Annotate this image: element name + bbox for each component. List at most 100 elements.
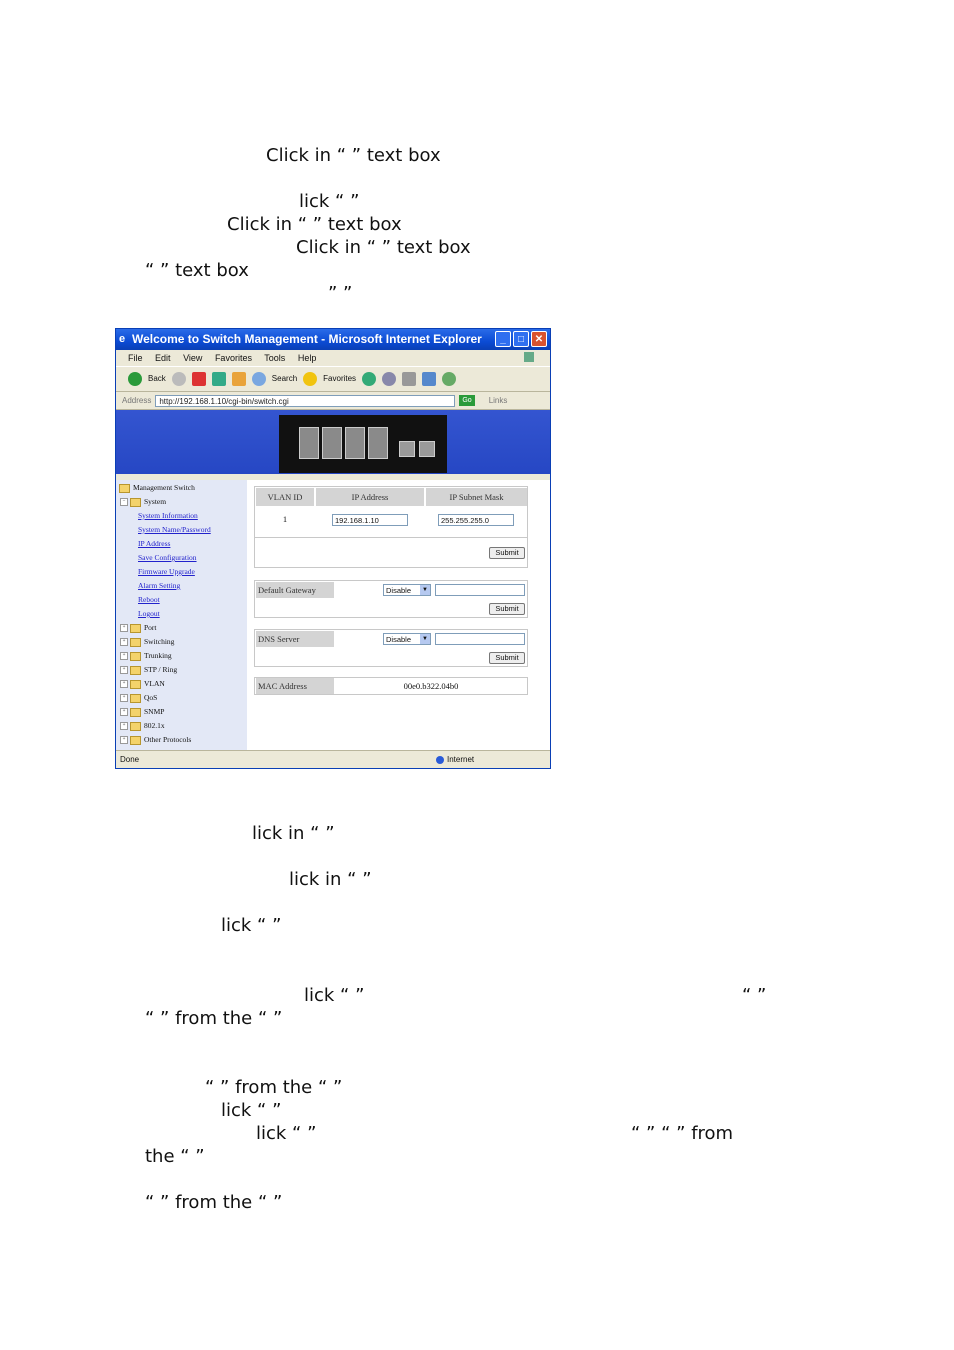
dns-input[interactable] xyxy=(435,633,525,645)
home-icon[interactable] xyxy=(231,372,246,386)
folder-icon xyxy=(130,665,141,675)
folder-icon xyxy=(130,707,141,717)
toolbar: Back Search Favorites xyxy=(116,366,550,392)
chevron-down-icon: ▼ xyxy=(420,634,430,644)
dns-submit-button[interactable]: Submit xyxy=(489,652,525,664)
search-icon[interactable] xyxy=(251,372,266,386)
gateway-select[interactable]: Disable ▼ xyxy=(383,584,431,596)
menu-bar: File Edit View Favorites Tools Help xyxy=(116,350,550,366)
close-button[interactable]: ✕ xyxy=(531,331,547,347)
fiber-port-icon xyxy=(419,441,435,457)
doc-line-10a: lick “ ” xyxy=(304,985,365,1006)
favorites-icon[interactable] xyxy=(303,372,318,386)
expand-icon[interactable]: + xyxy=(120,680,128,689)
nav-folder-trunking[interactable]: + Trunking xyxy=(120,649,172,663)
mail-icon[interactable] xyxy=(382,372,397,386)
nav-folder-qos[interactable]: + QoS xyxy=(120,691,157,705)
menu-tools[interactable]: Tools xyxy=(264,353,285,363)
nav-item-save-configuration[interactable]: Save Configuration xyxy=(138,551,197,565)
page-content: Management Switch − System System Informa… xyxy=(116,480,550,752)
gateway-submit-button[interactable]: Submit xyxy=(489,603,525,615)
refresh-icon[interactable] xyxy=(211,372,226,386)
minimize-button[interactable]: _ xyxy=(495,331,511,347)
doc-line-16: “ ” from the “ ” xyxy=(145,1192,283,1213)
ip-submit-button[interactable]: Submit xyxy=(489,547,525,559)
dns-select[interactable]: Disable ▼ xyxy=(383,633,431,645)
port-icon xyxy=(345,427,365,459)
nav-system[interactable]: − System xyxy=(120,495,166,509)
address-input[interactable]: http://192.168.1.10/cgi-bin/switch.cgi xyxy=(155,394,456,407)
collapse-icon[interactable]: − xyxy=(120,498,128,507)
expand-icon[interactable]: + xyxy=(120,708,128,717)
gateway-panel: Default Gateway Disable ▼ Submit xyxy=(254,580,528,618)
nav-item-ip-address[interactable]: IP Address xyxy=(138,537,170,551)
search-label[interactable]: Search xyxy=(272,367,297,391)
expand-icon[interactable]: + xyxy=(120,666,128,675)
switch-banner xyxy=(116,410,550,474)
menu-view[interactable]: View xyxy=(183,353,202,363)
doc-line-2: lick “ ” xyxy=(299,191,360,212)
expand-icon[interactable]: + xyxy=(120,694,128,703)
messenger-icon[interactable] xyxy=(442,372,457,386)
ie-icon: e xyxy=(119,333,126,345)
doc-line-14a: lick “ ” xyxy=(256,1123,317,1144)
mac-label: MAC Address xyxy=(256,678,334,694)
nav-item-reboot[interactable]: Reboot xyxy=(138,593,160,607)
folder-icon xyxy=(119,483,130,493)
menu-file[interactable]: File xyxy=(128,353,143,363)
header-ip-address: IP Address xyxy=(316,488,424,506)
ip-config-panel: VLAN ID IP Address IP Subnet Mask 1 192.… xyxy=(254,486,528,568)
nav-folder-port[interactable]: + Port xyxy=(120,621,157,635)
nav-folder-other-protocols[interactable]: + Other Protocols xyxy=(120,733,191,747)
nav-folder-snmp[interactable]: + SNMP xyxy=(120,705,164,719)
stop-icon[interactable] xyxy=(191,372,206,386)
nav-item-logout[interactable]: Logout xyxy=(138,607,160,621)
status-done: Done xyxy=(120,755,140,764)
nav-folder-switching[interactable]: + Switching xyxy=(120,635,174,649)
windows-logo-icon xyxy=(524,352,534,362)
gateway-input[interactable] xyxy=(435,584,525,596)
status-zone: Internet xyxy=(436,751,474,768)
status-bar: Done Internet xyxy=(116,750,550,768)
address-label: Address xyxy=(122,396,152,405)
maximize-button[interactable]: □ xyxy=(513,331,529,347)
folder-icon xyxy=(130,735,141,745)
edit-icon[interactable] xyxy=(422,372,437,386)
nav-item-firmware-upgrade[interactable]: Firmware Upgrade xyxy=(138,565,195,579)
subnet-mask-input[interactable]: 255.255.255.0 xyxy=(438,514,514,526)
expand-icon[interactable]: + xyxy=(120,722,128,731)
nav-folder-8021x[interactable]: +802.1x xyxy=(120,719,165,733)
gateway-label: Default Gateway xyxy=(256,582,334,598)
doc-line-1: Click in “ ” text box xyxy=(266,145,441,166)
back-icon[interactable] xyxy=(128,372,142,386)
dns-label: DNS Server xyxy=(256,631,334,647)
expand-icon[interactable]: + xyxy=(120,736,128,745)
expand-icon[interactable]: + xyxy=(120,638,128,647)
divider xyxy=(255,537,527,538)
nav-root[interactable]: Management Switch xyxy=(119,481,195,495)
back-label[interactable]: Back xyxy=(148,367,166,391)
fiber-port-icon xyxy=(399,441,415,457)
go-button[interactable]: Go xyxy=(459,395,475,406)
history-icon[interactable] xyxy=(362,372,377,386)
ip-address-input[interactable]: 192.168.1.10 xyxy=(332,514,408,526)
favorites-label[interactable]: Favorites xyxy=(323,367,356,391)
mac-panel: MAC Address 00e0.b322.04b0 xyxy=(254,677,528,695)
links-label[interactable]: Links xyxy=(489,392,508,409)
forward-icon[interactable] xyxy=(171,372,186,386)
nav-item-alarm-setting[interactable]: Alarm Setting xyxy=(138,579,180,593)
browser-window: e Welcome to Switch Management - Microso… xyxy=(115,328,551,769)
chevron-down-icon: ▼ xyxy=(420,585,430,595)
menu-edit[interactable]: Edit xyxy=(155,353,171,363)
menu-help[interactable]: Help xyxy=(298,353,317,363)
menu-favorites[interactable]: Favorites xyxy=(215,353,252,363)
nav-folder-vlan[interactable]: + VLAN xyxy=(120,677,165,691)
print-icon[interactable] xyxy=(402,372,417,386)
nav-folder-stp-ring[interactable]: + STP / Ring xyxy=(120,663,177,677)
folder-icon xyxy=(130,623,141,633)
header-ip-subnet-mask: IP Subnet Mask xyxy=(426,488,527,506)
nav-item-system-information[interactable]: System Information xyxy=(138,509,198,523)
expand-icon[interactable]: + xyxy=(120,652,128,661)
nav-item-system-name-password[interactable]: System Name/Password xyxy=(138,523,211,537)
expand-icon[interactable]: + xyxy=(120,624,128,633)
